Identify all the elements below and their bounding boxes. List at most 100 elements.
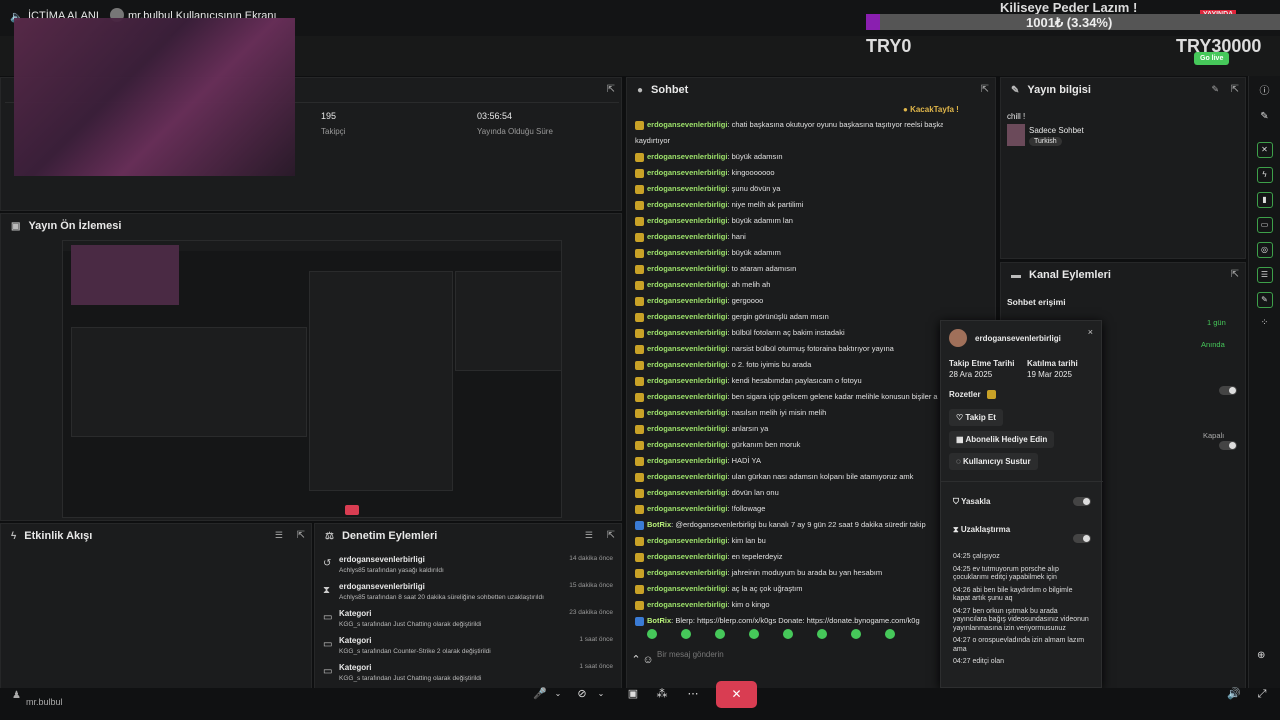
fullscreen-icon[interactable]: ⤢ <box>1252 684 1272 704</box>
follow-button[interactable]: ♡ Takip Et <box>949 409 1003 426</box>
emote-mode-value[interactable]: Kapalı <box>1203 431 1224 440</box>
emote-icon[interactable] <box>681 629 691 639</box>
chat-text: o 2. foto iyimis bu arada <box>731 360 812 369</box>
chat-input[interactable]: Bir mesaj gönderin <box>657 650 724 659</box>
chat-username[interactable]: erdogansevenlerbirligi <box>647 248 727 257</box>
chat-text: niye melih ak partilimi <box>731 200 804 209</box>
widget-icon[interactable]: ✕ <box>1256 142 1273 158</box>
emote-icon[interactable] <box>851 629 861 639</box>
bot-badge-icon <box>635 520 644 530</box>
chat-username[interactable]: erdogansevenlerbirligi <box>647 312 727 321</box>
chat-username[interactable]: erdogansevenlerbirligi <box>647 280 727 289</box>
emote-icon[interactable] <box>783 629 793 639</box>
timeout-toggle[interactable] <box>1073 534 1091 543</box>
close-icon[interactable]: × <box>1088 327 1093 337</box>
chat-text: !followage <box>731 504 766 513</box>
chat-username[interactable]: erdogansevenlerbirligi <box>647 168 727 177</box>
popout-icon[interactable]: ⇱ <box>981 84 989 95</box>
chat-username[interactable]: erdogansevenlerbirligi <box>647 424 727 433</box>
emote-icon[interactable] <box>885 629 895 639</box>
more-icon[interactable]: ⁘ <box>1249 317 1280 328</box>
chat-username[interactable]: erdogansevenlerbirligi <box>647 344 727 353</box>
screen-share-icon[interactable]: ▣ <box>623 684 643 704</box>
bot-badge-icon <box>635 616 644 626</box>
edit-icon[interactable]: ✎ <box>1211 84 1219 95</box>
activities-icon[interactable]: ⁂ <box>652 684 672 704</box>
emote-icon[interactable] <box>647 629 657 639</box>
subscriber-badge-icon <box>635 296 644 306</box>
chat-text: büyük adamım lan <box>731 216 793 225</box>
chevron-down-icon[interactable]: ⌄ <box>548 684 568 704</box>
chat-username[interactable]: erdogansevenlerbirligi <box>647 504 727 513</box>
emote-icon[interactable] <box>749 629 759 639</box>
chat-message: erdogansevenlerbirligi: büyük adamım lan <box>635 213 943 229</box>
moderation-icon: ▭ <box>323 666 333 677</box>
mode-toggle[interactable] <box>1219 386 1237 395</box>
subscriber-badge-icon <box>635 504 644 514</box>
chat-username[interactable]: erdogansevenlerbirligi <box>647 152 727 161</box>
filter-icon[interactable]: ☰ <box>275 530 283 541</box>
popout-icon[interactable]: ⇱ <box>297 530 305 541</box>
shield-icon[interactable]: ▮ <box>1256 192 1273 208</box>
leave-call-button[interactable]: ✕ <box>716 681 757 708</box>
chat-username[interactable]: erdogansevenlerbirligi <box>647 568 727 577</box>
go-live-button[interactable]: Go live <box>1194 52 1230 65</box>
followers-mode-value[interactable]: Anında <box>1201 340 1225 349</box>
info-icon[interactable]: ⓘ <box>1249 82 1280 97</box>
chat-username[interactable]: erdogansevenlerbirligi <box>647 376 727 385</box>
chat-username[interactable]: BotRix <box>647 616 671 625</box>
emote-icon[interactable] <box>817 629 827 639</box>
microphone-icon[interactable]: 🎤 <box>530 684 550 704</box>
chat-username[interactable]: erdogansevenlerbirligi <box>647 296 727 305</box>
chat-username[interactable]: erdogansevenlerbirligi <box>647 200 727 209</box>
chat-username[interactable]: erdogansevenlerbirligi <box>647 408 727 417</box>
edit-icon[interactable]: ✎ <box>1249 111 1280 122</box>
popout-icon[interactable]: ⇱ <box>1231 84 1239 95</box>
list-icon[interactable]: ☰ <box>1256 267 1273 283</box>
chat-message: erdogansevenlerbirligi: kingooooooo <box>635 165 943 181</box>
emote-icon[interactable] <box>715 629 725 639</box>
chat-text: kim lan bu <box>731 536 766 545</box>
chat-text: nasılsın melih iyi misin melih <box>731 408 827 417</box>
moderation-detail: KGG_s tarafından Counter-Strike 2 olarak… <box>339 648 491 655</box>
wrench-icon[interactable]: ✎ <box>1256 292 1273 308</box>
chat-username[interactable]: erdogansevenlerbirligi <box>647 216 727 225</box>
popout-icon[interactable]: ⇱ <box>1231 269 1239 280</box>
chat-username[interactable]: erdogansevenlerbirligi <box>647 456 727 465</box>
popout-icon[interactable]: ⇱ <box>607 530 615 541</box>
camera-off-icon[interactable]: ⊘ <box>572 684 592 704</box>
chat-username[interactable]: erdogansevenlerbirligi <box>647 120 727 129</box>
chat-username[interactable]: erdogansevenlerbirligi <box>647 392 727 401</box>
popout-icon[interactable]: ⇱ <box>607 84 615 95</box>
chat-username[interactable]: erdogansevenlerbirligi <box>647 184 727 193</box>
more-options-icon[interactable]: ⋯ <box>683 684 703 704</box>
chat-username[interactable]: erdogansevenlerbirligi <box>647 600 727 609</box>
ban-toggle[interactable] <box>1073 497 1091 506</box>
mute-user-button[interactable]: ◌ Kullanıcıyı Sustur <box>949 453 1038 470</box>
chat-icon[interactable]: ▭ <box>1256 217 1273 233</box>
chat-username[interactable]: erdogansevenlerbirligi <box>647 552 727 561</box>
chat-username[interactable]: erdogansevenlerbirligi <box>647 264 727 273</box>
chat-username[interactable]: erdogansevenlerbirligi <box>647 440 727 449</box>
user-note: 04:27 editçi olan <box>953 658 1004 665</box>
broadcast-icon[interactable]: ◎ <box>1256 242 1273 258</box>
chat-username[interactable]: BotRix <box>647 520 671 529</box>
chevron-down-icon[interactable]: ⌄ <box>591 684 611 704</box>
mode-toggle[interactable] <box>1219 441 1237 450</box>
chat-username[interactable]: erdogansevenlerbirligi <box>647 328 727 337</box>
lightning-icon[interactable]: ϟ <box>1256 167 1273 183</box>
users-icon[interactable]: ☺ <box>638 650 658 670</box>
chat-username[interactable]: erdogansevenlerbirligi <box>647 488 727 497</box>
zoom-icon[interactable]: ⊕ <box>1257 650 1265 661</box>
filter-icon[interactable]: ☰ <box>585 530 593 541</box>
chat-username[interactable]: erdogansevenlerbirligi <box>647 584 727 593</box>
chat-username[interactable]: erdogansevenlerbirligi <box>647 472 727 481</box>
chat-username[interactable]: erdogansevenlerbirligi <box>647 360 727 369</box>
moderation-title: Denetim Eylemleri <box>341 530 438 542</box>
chat-username[interactable]: erdogansevenlerbirligi <box>647 536 727 545</box>
stream-preview[interactable] <box>62 240 562 518</box>
volume-icon[interactable]: 🔊 <box>1224 684 1244 704</box>
chat-username[interactable]: erdogansevenlerbirligi <box>647 232 727 241</box>
gift-subscription-button[interactable]: ▦ Abonelik Hediye Edin <box>949 431 1055 448</box>
slow-mode-value[interactable]: 1 gün <box>1207 318 1226 327</box>
